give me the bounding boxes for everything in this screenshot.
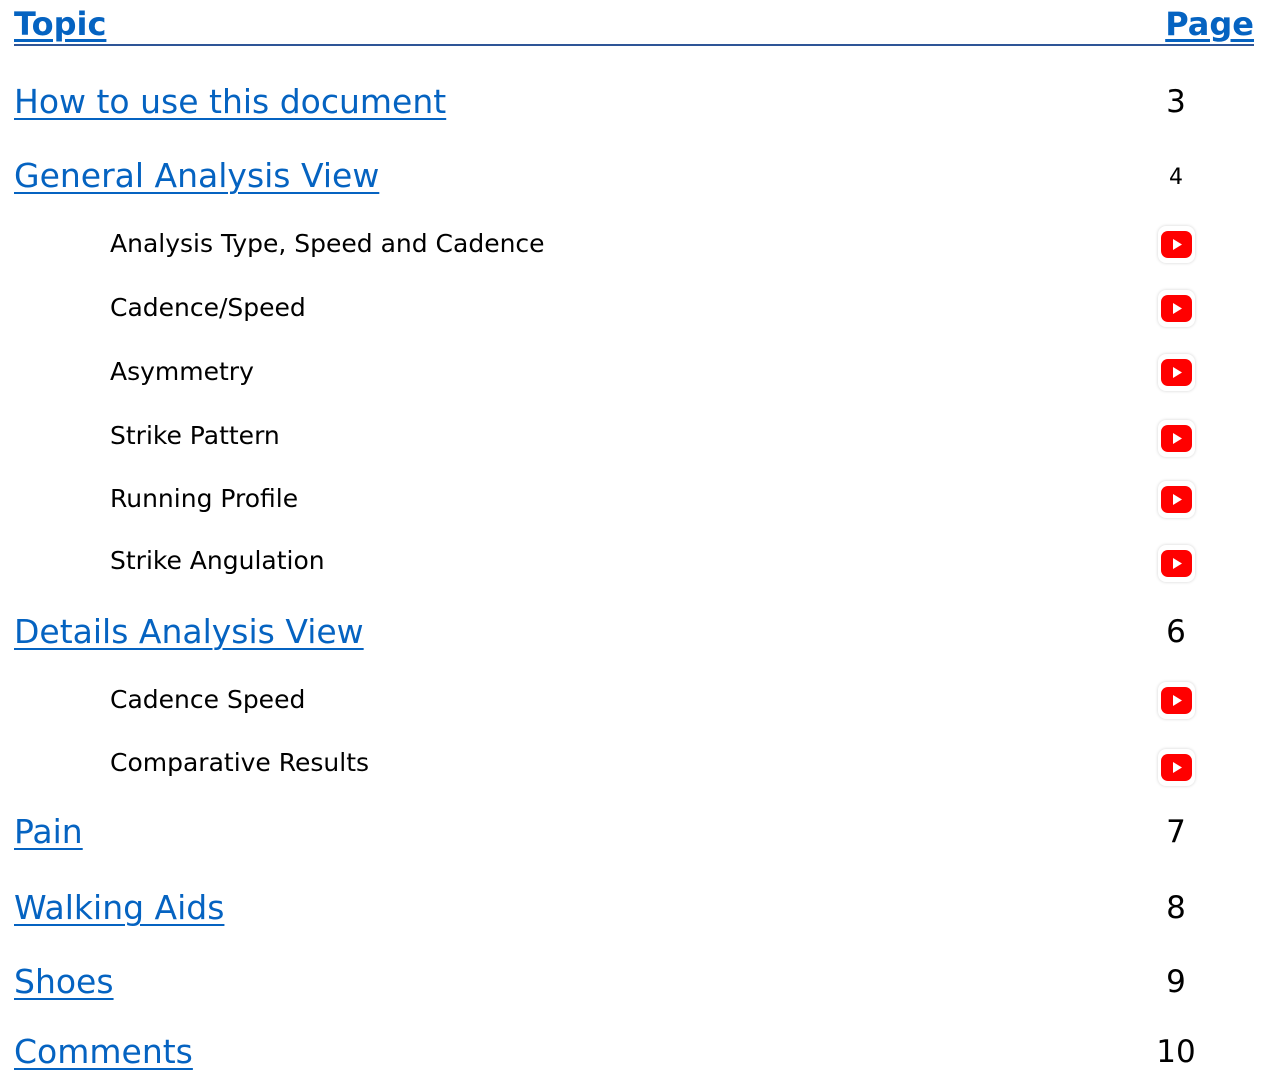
subtopic-label: Asymmetry	[110, 357, 254, 386]
subtopic-label: Comparative Results	[110, 748, 370, 777]
youtube-play-icon[interactable]	[1158, 682, 1195, 719]
link-general-analysis-view[interactable]: General Analysis View	[14, 154, 379, 198]
youtube-play-icon[interactable]	[1158, 749, 1195, 786]
page-number: 6	[1166, 614, 1186, 650]
subtopic-label: Cadence/Speed	[110, 293, 306, 322]
youtube-play-icon[interactable]	[1158, 290, 1195, 327]
link-comments[interactable]: Comments	[14, 1030, 193, 1074]
page-number: 7	[1166, 814, 1186, 850]
topic-column-header: Topic	[14, 5, 107, 43]
page-number: 9	[1166, 964, 1186, 1000]
page-number: 10	[1156, 1034, 1196, 1070]
subtopic-label: Analysis Type, Speed and Cadence	[110, 229, 545, 258]
youtube-play-icon[interactable]	[1158, 545, 1195, 582]
subtopic-label: Running Profile	[110, 484, 299, 513]
page-number: 8	[1166, 890, 1186, 926]
subtopic-label: Strike Angulation	[110, 546, 325, 575]
youtube-play-icon[interactable]	[1158, 420, 1195, 457]
youtube-play-icon[interactable]	[1158, 226, 1195, 263]
subtopic-label: Cadence Speed	[110, 685, 306, 714]
link-details-analysis-view[interactable]: Details Analysis View	[14, 610, 364, 654]
page-column-header: Page	[1165, 5, 1254, 43]
link-shoes[interactable]: Shoes	[14, 960, 114, 1004]
page-number: 3	[1166, 84, 1186, 120]
link-walking-aids[interactable]: Walking Aids	[14, 886, 224, 930]
toc-header: Topic Page	[14, 4, 1254, 46]
youtube-play-icon[interactable]	[1158, 481, 1195, 518]
page-number: 4	[1169, 165, 1183, 190]
youtube-play-icon[interactable]	[1158, 354, 1195, 391]
link-pain[interactable]: Pain	[14, 810, 83, 854]
link-how-to-use[interactable]: How to use this document	[14, 80, 446, 124]
subtopic-label: Strike Pattern	[110, 421, 280, 450]
